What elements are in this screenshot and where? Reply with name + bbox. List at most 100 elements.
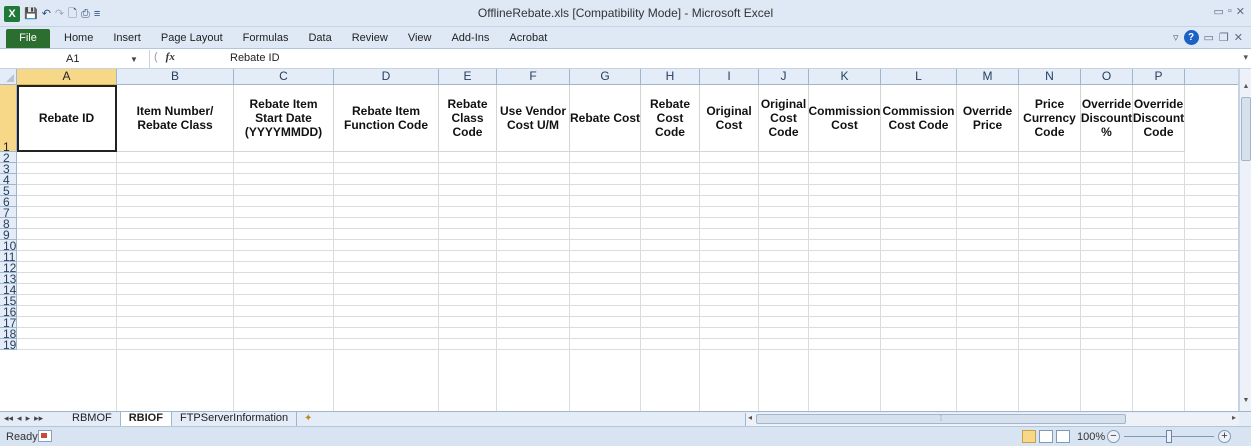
name-box-value: A1 bbox=[66, 53, 80, 65]
select-all-button[interactable] bbox=[0, 69, 17, 85]
tab-formulas[interactable]: Formulas bbox=[233, 29, 299, 48]
formula-buttons: ( fx bbox=[154, 51, 175, 63]
header-cell-f[interactable]: Use Vendor Cost U/M bbox=[497, 85, 570, 152]
header-cell-b[interactable]: Item Number/ Rebate Class bbox=[117, 85, 234, 152]
minimize-ribbon-icon[interactable]: ▿ bbox=[1173, 31, 1179, 44]
sheet-tab-ftpserverinformation[interactable]: FTPServerInformation bbox=[172, 412, 298, 426]
header-cell-text: Commission Cost Code bbox=[882, 104, 955, 132]
header-cell-e[interactable]: Rebate Class Code bbox=[439, 85, 497, 152]
scroll-up-icon[interactable]: ▲ bbox=[1240, 83, 1251, 95]
first-sheet-icon[interactable]: ◂◂ bbox=[4, 413, 13, 424]
column-header-g[interactable]: G bbox=[570, 69, 641, 85]
last-sheet-icon[interactable]: ▸▸ bbox=[34, 413, 43, 424]
name-box[interactable]: A1 ▼ bbox=[0, 50, 150, 68]
column-header-p[interactable]: P bbox=[1133, 69, 1185, 85]
scroll-right-icon[interactable]: ▸ bbox=[1232, 413, 1236, 422]
tab-review[interactable]: Review bbox=[342, 29, 398, 48]
prev-sheet-icon[interactable]: ◂ bbox=[17, 413, 22, 424]
zoom-slider-thumb[interactable] bbox=[1166, 430, 1172, 443]
zoom-in-button[interactable]: + bbox=[1218, 430, 1231, 443]
row-header-19[interactable]: 19 bbox=[0, 339, 17, 351]
window-minimize-icon[interactable]: ▭ bbox=[1213, 5, 1223, 18]
column-header-c[interactable]: C bbox=[234, 69, 334, 85]
zoom-level[interactable]: 100% bbox=[1077, 431, 1105, 443]
column-header-h[interactable]: H bbox=[641, 69, 700, 85]
header-cell-k[interactable]: Commission Cost bbox=[809, 85, 881, 152]
title-bar: X 💾 ↶ ↷ 🗋 ⎙ ≡ OfflineRebate.xls [Compati… bbox=[0, 0, 1251, 27]
gridline-vertical bbox=[496, 152, 497, 411]
tab-view[interactable]: View bbox=[398, 29, 442, 48]
next-sheet-icon[interactable]: ▸ bbox=[26, 413, 31, 424]
header-cell-h[interactable]: Rebate Cost Code bbox=[641, 85, 700, 152]
column-header-a[interactable]: A bbox=[17, 69, 117, 85]
header-cell-text: Rebate Item Start Date (YYYYMMDD) bbox=[244, 97, 323, 139]
vertical-scroll-thumb[interactable] bbox=[1241, 97, 1251, 161]
header-cell-g[interactable]: Rebate Cost bbox=[570, 85, 641, 152]
window-close-icon[interactable]: ✕ bbox=[1236, 5, 1245, 18]
gridline-vertical bbox=[233, 152, 234, 411]
macro-record-icon[interactable] bbox=[38, 430, 52, 442]
tab-acrobat[interactable]: Acrobat bbox=[499, 29, 557, 48]
column-header-i[interactable]: I bbox=[700, 69, 759, 85]
horizontal-scroll-thumb[interactable]: ⁞ bbox=[756, 414, 1126, 424]
header-cell-text: Override Discount % bbox=[1080, 97, 1133, 139]
header-cell-text: Override Price bbox=[962, 104, 1013, 132]
tab-page-layout[interactable]: Page Layout bbox=[151, 29, 233, 48]
header-cell-a[interactable]: Rebate ID bbox=[17, 85, 117, 152]
header-cell-c[interactable]: Rebate Item Start Date (YYYYMMDD) bbox=[234, 85, 334, 152]
header-cell-o[interactable]: Override Discount % bbox=[1081, 85, 1133, 152]
sheet-tab-rbiof[interactable]: RBIOF bbox=[120, 412, 172, 426]
insert-function-icon[interactable]: fx bbox=[166, 51, 175, 63]
sheet-tab-rbmof[interactable]: RBMOF bbox=[64, 412, 121, 426]
column-header-b[interactable]: B bbox=[117, 69, 234, 85]
header-cell-text: Use Vendor Cost U/M bbox=[499, 104, 567, 132]
column-header-j[interactable]: J bbox=[759, 69, 809, 85]
header-cell-j[interactable]: Original Cost Code bbox=[759, 85, 809, 152]
help-icon[interactable]: ? bbox=[1183, 30, 1199, 45]
tab-file[interactable]: File bbox=[6, 29, 50, 48]
chevron-down-icon[interactable]: ▼ bbox=[130, 55, 138, 64]
column-header-n[interactable]: N bbox=[1019, 69, 1081, 85]
column-header-f[interactable]: F bbox=[497, 69, 570, 85]
normal-view-icon[interactable] bbox=[1022, 430, 1036, 443]
workbook-restore-icon[interactable]: ❐ bbox=[1219, 31, 1229, 44]
column-header-e[interactable]: E bbox=[439, 69, 497, 85]
column-header-l[interactable]: L bbox=[881, 69, 957, 85]
zoom-out-button[interactable]: − bbox=[1107, 430, 1120, 443]
gridline-vertical bbox=[1018, 152, 1019, 411]
header-cell-m[interactable]: Override Price bbox=[957, 85, 1019, 152]
tab-add-ins[interactable]: Add-Ins bbox=[441, 29, 499, 48]
header-cell-n[interactable]: Price Currency Code bbox=[1019, 85, 1081, 152]
expand-formula-bar-icon[interactable]: ▾ bbox=[1243, 52, 1248, 63]
column-header-k[interactable]: K bbox=[809, 69, 881, 85]
column-header-o[interactable]: O bbox=[1081, 69, 1133, 85]
formula-input[interactable]: Rebate ID bbox=[230, 52, 280, 64]
insert-sheet-icon[interactable]: ✦ bbox=[297, 412, 319, 426]
row-header-1[interactable]: 1 bbox=[0, 85, 17, 153]
tab-data[interactable]: Data bbox=[298, 29, 341, 48]
header-cell-p[interactable]: Override Discount Code bbox=[1133, 85, 1185, 152]
header-cell-i[interactable]: Original Cost bbox=[700, 85, 759, 152]
open-paren-icon: ( bbox=[154, 51, 158, 63]
worksheet-grid[interactable]: ABCDEFGHIJKLMNOP 1 2 3 4 5 6 7 8 9 10 11 12 13 14 15 16… bbox=[0, 69, 1239, 411]
view-buttons bbox=[1022, 430, 1070, 443]
page-layout-view-icon[interactable] bbox=[1039, 430, 1053, 443]
workbook-minimize-icon[interactable]: ▭ bbox=[1204, 31, 1214, 44]
column-header-m[interactable]: M bbox=[957, 69, 1019, 85]
workbook-close-icon[interactable]: ✕ bbox=[1234, 31, 1243, 44]
header-cell-l[interactable]: Commission Cost Code bbox=[881, 85, 957, 152]
scroll-down-icon[interactable]: ▼ bbox=[1240, 397, 1251, 409]
tab-home[interactable]: Home bbox=[54, 29, 103, 48]
page-break-view-icon[interactable] bbox=[1056, 430, 1070, 443]
window-restore-icon[interactable]: ▫ bbox=[1228, 5, 1232, 18]
scroll-left-icon[interactable]: ◂ bbox=[748, 413, 752, 422]
gridline-vertical bbox=[758, 152, 759, 411]
sheet-tab-bar: ◂◂ ◂ ▸ ▸▸ RBMOF RBIOF FTPServerInformati… bbox=[0, 411, 1251, 426]
column-header-d[interactable]: D bbox=[334, 69, 439, 85]
gridline-vertical bbox=[880, 152, 881, 411]
horizontal-scrollbar[interactable]: ◂ ⁞ ▸ bbox=[745, 413, 1239, 426]
gridline-horizontal bbox=[17, 162, 1238, 163]
tab-insert[interactable]: Insert bbox=[103, 29, 151, 48]
vertical-scrollbar[interactable]: ▲ ▼ bbox=[1239, 69, 1251, 411]
header-cell-d[interactable]: Rebate Item Function Code bbox=[334, 85, 439, 152]
